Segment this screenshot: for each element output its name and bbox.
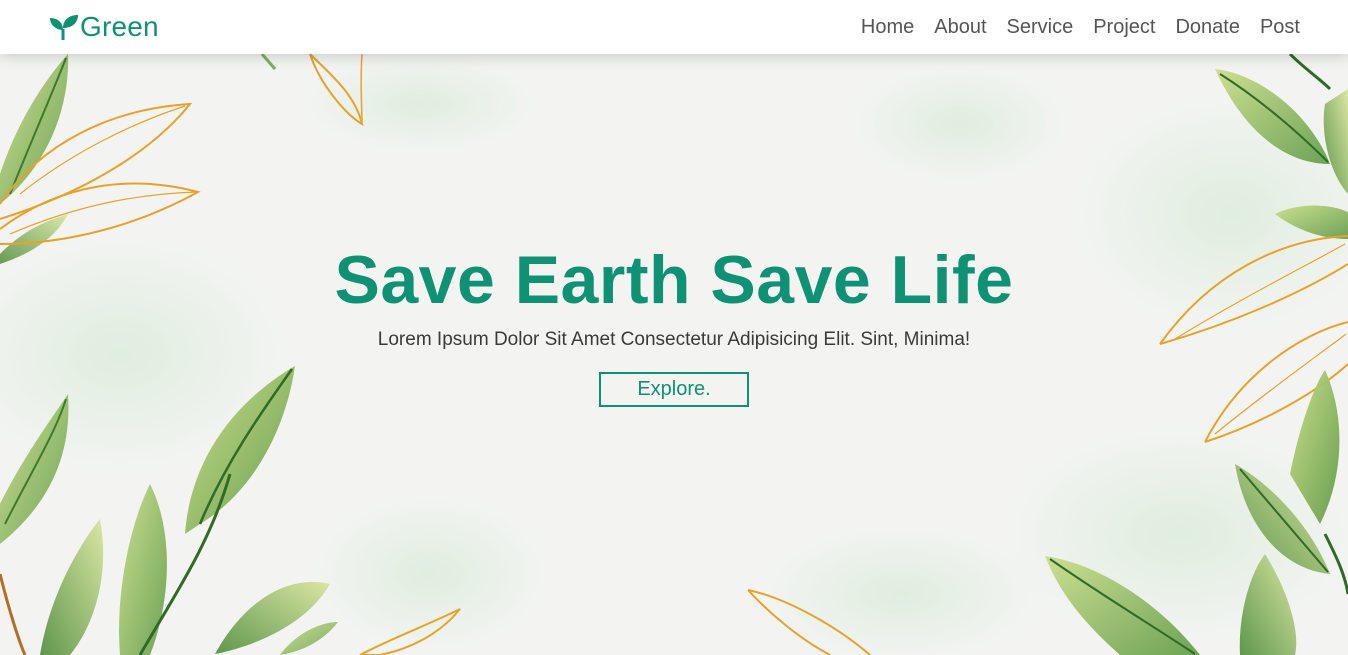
nav-link-service[interactable]: Service — [1007, 16, 1074, 39]
main-nav: Home About Service Project Donate Post — [841, 16, 1300, 39]
nav-link-donate[interactable]: Donate — [1175, 16, 1240, 39]
nav-link-home[interactable]: Home — [861, 16, 914, 39]
hero-subtitle: Lorem Ipsum Dolor Sit Amet Consectetur A… — [377, 329, 971, 350]
nav-link-post[interactable]: Post — [1260, 16, 1300, 39]
nav-link-about[interactable]: About — [934, 16, 986, 39]
explore-button[interactable]: Explore. — [599, 372, 749, 407]
hero-title: Save Earth Save Life — [334, 242, 1014, 318]
nav-link-project[interactable]: Project — [1093, 16, 1155, 39]
hero-section: Save Earth Save Life Lorem Ipsum Dolor S… — [0, 240, 1348, 407]
logo-link[interactable]: Green — [48, 11, 159, 43]
sprout-icon — [50, 15, 78, 40]
logo-text: Green — [80, 11, 159, 42]
site-header: Green Home About Service Project Donate … — [0, 0, 1348, 54]
